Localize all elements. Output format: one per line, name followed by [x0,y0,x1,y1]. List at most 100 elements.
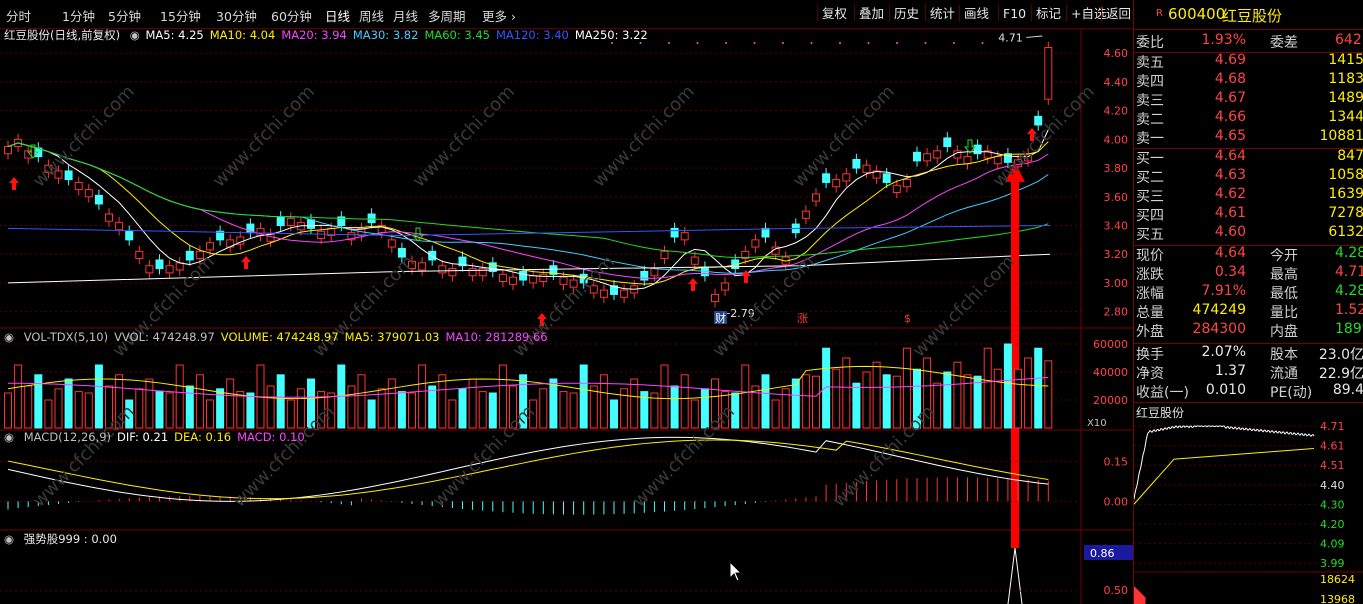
mini-vol-tick: 13968 [1320,593,1355,604]
period-tab-4[interactable]: 30分钟 [216,6,257,25]
toolbar-button-6[interactable]: 标记 [1031,5,1065,22]
candle-body [266,233,275,242]
toolbar-button-5[interactable]: F10 [998,5,1030,22]
candle-body [1044,46,1053,100]
candle-body [721,282,730,291]
quote-header: R 600400 红豆股份 [1134,0,1363,28]
macd-legend: ◉ MACD(12,26,9) DIF: 0.21 DEA: 0.16 MACD: 0… [4,430,317,444]
mini-price-tick: 4.61 [1320,440,1345,453]
buy-row-0: 买一 4.64 847 [1136,148,1363,167]
candle-body [690,256,699,265]
signal-dot [981,42,984,44]
collapse-icon[interactable]: ◉ [4,330,14,344]
row-key: 卖三 [1136,93,1164,109]
volume-bar [347,385,356,429]
period-tab-6[interactable]: 日线 [325,6,350,25]
period-tab-9[interactable]: 多周期 [428,6,466,25]
candle-body [509,276,517,285]
volume-tick: 40000 [1093,366,1128,379]
volume-bar [791,378,800,429]
stock-chart[interactable]: 4.60 4.40 4.20 4.00 3.80 3.60 3.40 3.20 3.00 2.80… [0,28,1133,604]
row-value2: 189949 [1335,321,1363,337]
candle-body [286,217,295,227]
candle-body [105,213,113,222]
period-tab-2[interactable]: 5分钟 [108,6,141,25]
watermark: www.cfchi.com [909,251,1019,361]
row-key: 外盘 [1136,324,1164,340]
row-key: 买四 [1136,208,1164,224]
ma-line-20 [7,142,1049,279]
collapse-icon[interactable]: ◉ [4,430,14,444]
toolbar-button-2[interactable]: 历史 [889,5,923,22]
mini-price-tick: 4.71 [1320,420,1345,433]
volume-bar [1003,343,1012,429]
volume-bar [872,361,881,429]
row-value2: 847 [1337,148,1363,164]
row-value: 4.67 [1214,90,1246,106]
row-key: 买一 [1136,151,1164,167]
row-key: 涨跌 [1136,267,1164,283]
fund-row-1: 净资 1.37 流通 22.9亿 [1136,363,1363,382]
mini-price-tick: 4.51 [1320,459,1345,472]
volume-bar [973,375,982,429]
strong-legend: ◉ 强势股999 : 0.00 [4,531,123,547]
toolbar-button-4[interactable]: 画线 [959,5,993,22]
signal-dot [839,42,841,44]
candle-body [842,173,851,182]
volume-bar [1014,368,1022,429]
buy-arrow-icon [688,278,698,291]
collapse-icon[interactable]: ◉ [4,532,14,546]
buy-row-4: 买五 4.60 6132 [1136,224,1363,243]
toolbar-button-3[interactable]: 统计 [925,5,959,22]
period-tab-5[interactable]: 60分钟 [271,6,312,25]
watermark: www.cfchi.com [409,81,519,191]
stat-row-1: 涨跌 0.34 最高 4.71 [1136,264,1363,283]
toolbar-button-0[interactable]: 复权 [817,5,851,22]
row-value: 474249 [1192,302,1246,318]
buy-row-1: 买二 4.63 1058 [1136,167,1363,186]
candle-body [468,268,477,277]
period-tab-0[interactable]: 分时 [6,6,31,25]
row-key: 卖四 [1136,74,1164,90]
volume-bar [498,364,507,429]
ma-line-10 [7,141,1049,285]
candle-body [529,275,538,284]
collapse-icon[interactable]: ◉ [130,28,140,42]
candle-body [418,262,427,271]
mini-price-tick: 4.20 [1320,518,1345,531]
volume-bar [4,392,12,429]
volume-bar [64,378,73,429]
toolbar-button-8[interactable]: 返回 [1101,5,1135,22]
price-tick: 3.20 [1104,248,1129,261]
candle-body [519,270,528,281]
candle-body [761,227,770,238]
candle-body [751,239,760,248]
sell-arrow-icon [963,139,977,154]
candle-body [115,222,124,231]
period-tab-3[interactable]: 15分钟 [160,6,201,25]
period-tab-7[interactable]: 周线 [359,6,384,25]
period-tab-10[interactable]: 更多 › [482,6,516,25]
candle-body [862,164,871,173]
candle-body [822,173,831,183]
signal-dot [896,42,898,44]
row-value: 0.010 [1205,382,1246,398]
volume-bar [539,388,548,429]
fund-row-0: 换手 2.07% 股本 23.0亿 [1136,344,1363,363]
mini-avg-line [1134,447,1315,505]
candle-body [539,273,548,282]
intraday-mini-chart[interactable]: 4.71 4.61 4.51 4.40 4.30 4.20 4.09 3.99 18624 139… [1134,418,1363,604]
toolbar-button-1[interactable]: 叠加 [854,5,888,22]
row-value: 4.69 [1214,52,1246,68]
volume-bar [357,374,366,429]
period-tab-8[interactable]: 月线 [393,6,418,25]
candle-body [4,146,12,155]
stat-row-2: 涨幅 7.91% 最低 4.28 [1136,283,1363,302]
period-tab-1[interactable]: 1分钟 [62,6,95,25]
candle-body [64,170,73,181]
volume-bar [367,399,376,429]
sell-row-0: 卖五 4.69 1415 [1136,52,1363,71]
volume-unit: X10 [1087,418,1107,429]
candle-body [933,150,942,159]
row-value: 2.07% [1201,344,1246,360]
